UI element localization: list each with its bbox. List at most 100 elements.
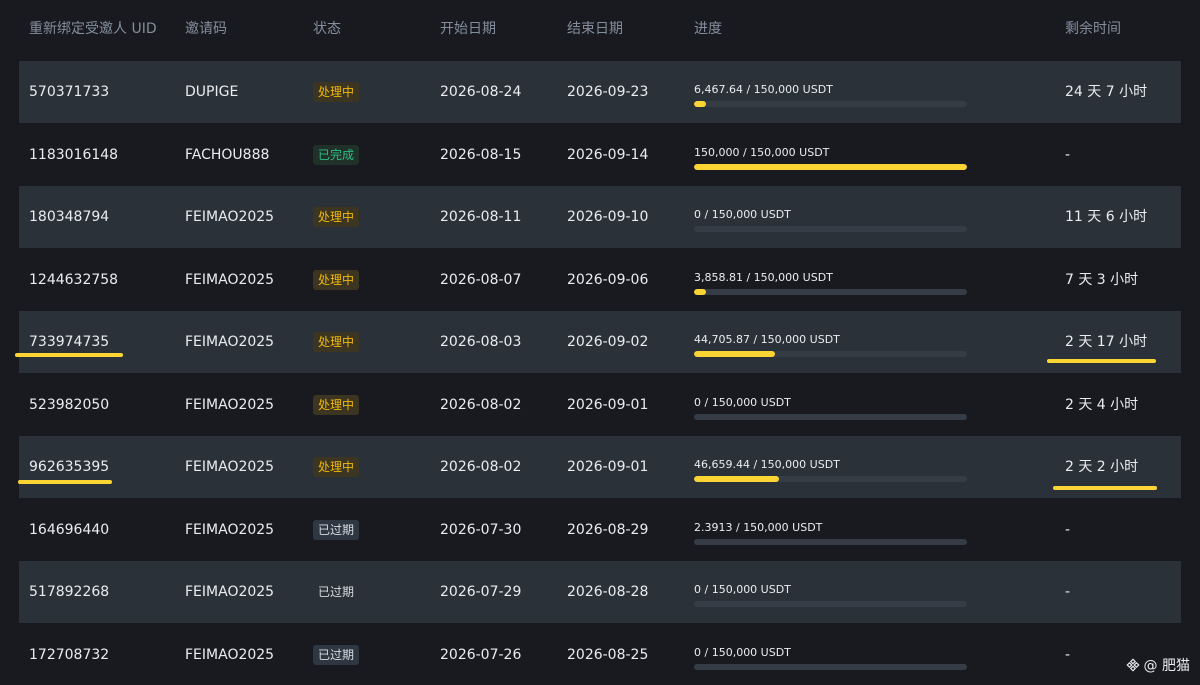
table-row: 523982050 FEIMAO2025 处理中 2026-08-02 2026-09-…	[19, 374, 1181, 436]
start-date: 2026-08-03	[440, 334, 522, 350]
status-badge: 已过期	[313, 644, 360, 665]
progress-group: 0 / 150,000 USDT	[694, 186, 967, 248]
remaining-time: 2 天 17 小时	[1065, 334, 1148, 350]
invite-tracking-page: 重新绑定受邀人 UID 邀请码 状态 开始日期 结束日期 进度 剩余时间 570…	[0, 0, 1200, 685]
status-cell: 处理中	[313, 61, 360, 123]
start-date: 2026-07-29	[440, 584, 522, 600]
invitee-uid: 1244632758	[29, 271, 119, 288]
progress-group: 0 / 150,000 USDT	[694, 374, 967, 436]
invite-code: FEIMAO2025	[185, 521, 275, 538]
start-date: 2026-08-24	[440, 84, 522, 100]
progress-text: 6,467.64 / 150,000 USDT	[694, 83, 833, 96]
progress-bar	[694, 163, 967, 170]
highlight-underline	[18, 480, 112, 484]
table-row: 962635395 FEIMAO2025 处理中 2026-08-02 2026-09-…	[19, 436, 1181, 498]
progress-text: 150,000 / 150,000 USDT	[694, 145, 830, 159]
start-date: 2026-08-11	[440, 209, 522, 225]
progress-group: 46,659.44 / 150,000 USDT	[694, 436, 967, 498]
status-badge: 已过期	[318, 585, 355, 599]
highlight-underline	[1047, 359, 1156, 363]
start-date: 2026-07-26	[440, 646, 522, 663]
progress-group: 150,000 / 150,000 USDT	[694, 124, 967, 186]
table-row: 164696440 FEIMAO2025 已过期 2026-07-30 2026-08-…	[19, 499, 1181, 561]
progress-text: 44,705.87 / 150,000 USDT	[694, 333, 840, 346]
progress-group: 6,467.64 / 150,000 USDT	[694, 61, 967, 123]
progress-bar	[694, 351, 967, 357]
end-date: 2026-09-14	[567, 146, 649, 163]
status-badge: 处理中	[313, 82, 360, 102]
remaining-time: 7 天 3 小时	[1065, 271, 1139, 288]
progress-bar	[694, 601, 967, 607]
header-start: 开始日期	[440, 21, 496, 37]
header-status: 状态	[313, 21, 341, 37]
start-date: 2026-08-07	[440, 271, 522, 288]
progress-bar-fill	[694, 101, 706, 107]
status-cell: 已过期	[313, 561, 359, 623]
end-date: 2026-09-01	[567, 396, 649, 413]
header-code: 邀请码	[185, 21, 227, 37]
progress-bar-fill	[694, 351, 776, 357]
progress-group: 3,858.81 / 150,000 USDT	[694, 249, 967, 311]
end-date: 2026-09-06	[567, 271, 649, 288]
table-row: 570371733 DUPIGE 处理中 2026-08-24 2026-09-23 6,…	[19, 61, 1181, 123]
progress-text: 0 / 150,000 USDT	[694, 645, 791, 659]
watermark: @ 肥猫	[1125, 655, 1190, 675]
progress-bar	[694, 538, 967, 545]
progress-text: 0 / 150,000 USDT	[694, 583, 791, 596]
progress-bar	[694, 663, 967, 670]
progress-text: 0 / 150,000 USDT	[694, 395, 791, 409]
invite-code: FEIMAO2025	[185, 209, 275, 225]
status-cell: 处理中	[313, 311, 360, 373]
start-date: 2026-07-30	[440, 521, 522, 538]
progress-bar	[694, 288, 967, 295]
end-date: 2026-09-10	[567, 209, 649, 225]
progress-text: 3,858.81 / 150,000 USDT	[694, 270, 833, 284]
remaining-time: -	[1065, 521, 1071, 538]
table-row: 1244632758 FEIMAO2025 处理中 2026-08-07 2026-09…	[19, 249, 1181, 311]
progress-bar-fill	[694, 288, 706, 295]
status-cell: 处理中	[313, 249, 360, 311]
invitee-uid: 1183016148	[29, 146, 119, 163]
header-progress: 进度	[694, 21, 722, 37]
progress-bar-fill	[694, 476, 779, 482]
invitee-uid: 164696440	[29, 521, 110, 538]
progress-group: 0 / 150,000 USDT	[694, 624, 967, 685]
invite-code: FEIMAO2025	[185, 459, 275, 475]
start-date: 2026-08-15	[440, 146, 522, 163]
table-header: 重新绑定受邀人 UID 邀请码 状态 开始日期 结束日期 进度 剩余时间	[0, 0, 1200, 56]
progress-group: 44,705.87 / 150,000 USDT	[694, 311, 967, 373]
progress-group: 0 / 150,000 USDT	[694, 561, 967, 623]
status-cell: 已完成	[313, 124, 360, 186]
end-date: 2026-09-01	[567, 459, 649, 475]
progress-text: 0 / 150,000 USDT	[694, 208, 791, 221]
progress-text: 2.3913 / 150,000 USDT	[694, 520, 823, 534]
status-badge: 处理中	[313, 394, 360, 415]
start-date: 2026-08-02	[440, 459, 522, 475]
header-remaining: 剩余时间	[1065, 21, 1121, 37]
highlight-underline	[1053, 486, 1157, 490]
invite-code: DUPIGE	[185, 84, 239, 100]
remaining-time: 11 天 6 小时	[1065, 209, 1148, 225]
table-row: 517892268 FEIMAO2025 已过期 2026-07-29 2026-08-…	[19, 561, 1181, 623]
table-row: 172708732 FEIMAO2025 已过期 2026-07-26 2026-08-…	[19, 624, 1181, 685]
remaining-time: -	[1065, 146, 1071, 163]
progress-group: 2.3913 / 150,000 USDT	[694, 499, 967, 561]
status-badge: 已完成	[313, 144, 360, 165]
status-badge: 处理中	[313, 457, 360, 477]
end-date: 2026-08-25	[567, 646, 649, 663]
invite-code: FEIMAO2025	[185, 646, 275, 663]
remaining-time: 24 天 7 小时	[1065, 84, 1148, 100]
status-badge: 已过期	[313, 519, 360, 540]
status-cell: 处理中	[313, 186, 360, 248]
invite-code: FEIMAO2025	[185, 584, 275, 600]
invite-code: FEIMAO2025	[185, 334, 275, 350]
status-cell: 已过期	[313, 624, 360, 685]
progress-bar-fill	[694, 163, 967, 170]
status-cell: 处理中	[313, 374, 360, 436]
remaining-time: 2 天 4 小时	[1065, 396, 1139, 413]
invitee-uid: 517892268	[29, 584, 110, 600]
table-row: 180348794 FEIMAO2025 处理中 2026-08-11 2026-09-…	[19, 186, 1181, 248]
invitee-table: 重新绑定受邀人 UID 邀请码 状态 开始日期 结束日期 进度 剩余时间 570…	[0, 0, 1200, 670]
status-cell: 处理中	[313, 436, 360, 498]
table-row: 733974735 FEIMAO2025 处理中 2026-08-03 2026-09-…	[19, 311, 1181, 373]
